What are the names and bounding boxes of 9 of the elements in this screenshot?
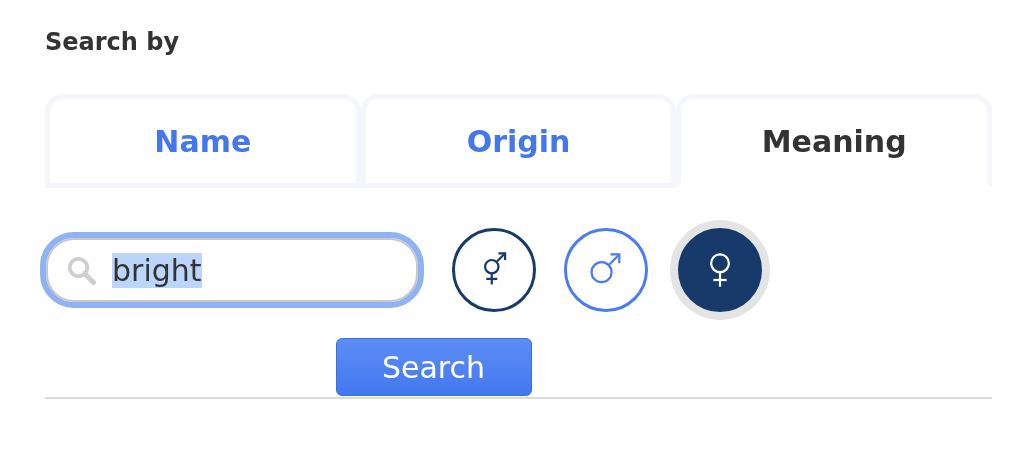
tab[interactable]: Origin xyxy=(360,94,677,188)
unisex-gender-button[interactable] xyxy=(452,228,536,312)
tab[interactable]: Meaning xyxy=(676,94,992,188)
tab[interactable]: Name xyxy=(45,94,361,188)
male-gender-button[interactable] xyxy=(564,228,648,312)
section-heading: Search by xyxy=(45,28,181,58)
search-icon xyxy=(66,255,96,285)
search-button[interactable]: Search xyxy=(335,338,532,396)
search-field[interactable]: bright xyxy=(40,232,424,308)
